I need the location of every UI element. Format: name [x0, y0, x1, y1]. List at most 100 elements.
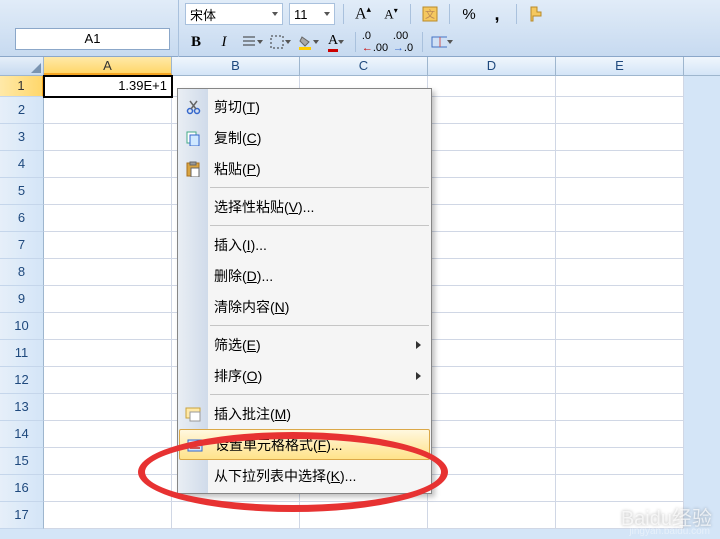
- cell-D17[interactable]: [428, 502, 556, 529]
- menu-item-从下拉列表中选择[interactable]: 从下拉列表中选择(K)...: [178, 460, 431, 491]
- row-header-7[interactable]: 7: [0, 232, 44, 259]
- comma-button[interactable]: ,: [486, 3, 508, 25]
- cell-D1[interactable]: [428, 76, 556, 97]
- menu-item-format[interactable]: 设置单元格格式(F)...: [179, 429, 430, 460]
- menu-item-copy[interactable]: 复制(C): [178, 122, 431, 153]
- menu-item-插入[interactable]: 插入(I)...: [178, 229, 431, 260]
- cell-A3[interactable]: [44, 124, 172, 151]
- row-header-1[interactable]: 1: [0, 76, 44, 97]
- cell-D15[interactable]: [428, 448, 556, 475]
- row-header-10[interactable]: 10: [0, 313, 44, 340]
- row-header-11[interactable]: 11: [0, 340, 44, 367]
- cell-D3[interactable]: [428, 124, 556, 151]
- cell-A5[interactable]: [44, 178, 172, 205]
- menu-item-paste[interactable]: 粘贴(P): [178, 153, 431, 184]
- cell-A11[interactable]: [44, 340, 172, 367]
- cell-D10[interactable]: [428, 313, 556, 340]
- cell-A14[interactable]: [44, 421, 172, 448]
- row-header-6[interactable]: 6: [0, 205, 44, 232]
- cell-E5[interactable]: [556, 178, 684, 205]
- row-header-17[interactable]: 17: [0, 502, 44, 529]
- cell-A10[interactable]: [44, 313, 172, 340]
- bold-button[interactable]: B: [185, 31, 207, 53]
- cell-B17[interactable]: [172, 502, 300, 529]
- select-all-corner[interactable]: [0, 57, 44, 75]
- cell-D9[interactable]: [428, 286, 556, 313]
- column-header-C[interactable]: C: [300, 57, 428, 75]
- cell-E10[interactable]: [556, 313, 684, 340]
- cell-D13[interactable]: [428, 394, 556, 421]
- align-button[interactable]: [241, 31, 263, 53]
- cell-E15[interactable]: [556, 448, 684, 475]
- menu-item-筛选[interactable]: 筛选(E): [178, 329, 431, 360]
- cell-D14[interactable]: [428, 421, 556, 448]
- row-header-8[interactable]: 8: [0, 259, 44, 286]
- merge-button[interactable]: [431, 31, 453, 53]
- decrease-font-button[interactable]: A▾: [380, 3, 402, 25]
- row-header-12[interactable]: 12: [0, 367, 44, 394]
- italic-button[interactable]: I: [213, 31, 235, 53]
- borders-button[interactable]: [269, 31, 291, 53]
- cell-D16[interactable]: [428, 475, 556, 502]
- cell-E17[interactable]: [556, 502, 684, 529]
- cell-A16[interactable]: [44, 475, 172, 502]
- percent-button[interactable]: %: [458, 3, 480, 25]
- cell-C17[interactable]: [300, 502, 428, 529]
- cell-E12[interactable]: [556, 367, 684, 394]
- cell-A17[interactable]: [44, 502, 172, 529]
- cell-E13[interactable]: [556, 394, 684, 421]
- decrease-decimal-button[interactable]: .00→.0: [392, 31, 414, 53]
- row-header-5[interactable]: 5: [0, 178, 44, 205]
- row-header-15[interactable]: 15: [0, 448, 44, 475]
- menu-item-cut[interactable]: 剪切(T): [178, 91, 431, 122]
- row-header-3[interactable]: 3: [0, 124, 44, 151]
- row-header-13[interactable]: 13: [0, 394, 44, 421]
- cell-D12[interactable]: [428, 367, 556, 394]
- increase-decimal-button[interactable]: .0←.00: [364, 31, 386, 53]
- cell-E4[interactable]: [556, 151, 684, 178]
- font-color-button[interactable]: A: [325, 31, 347, 53]
- cell-E1[interactable]: [556, 76, 684, 97]
- cell-E7[interactable]: [556, 232, 684, 259]
- cell-D6[interactable]: [428, 205, 556, 232]
- format-painter-button[interactable]: [525, 3, 547, 25]
- cell-A7[interactable]: [44, 232, 172, 259]
- row-header-4[interactable]: 4: [0, 151, 44, 178]
- column-header-A[interactable]: A: [44, 57, 172, 75]
- row-header-9[interactable]: 9: [0, 286, 44, 313]
- cell-D11[interactable]: [428, 340, 556, 367]
- menu-item-清除内容[interactable]: 清除内容(N): [178, 291, 431, 322]
- menu-item-comment[interactable]: 插入批注(M): [178, 398, 431, 429]
- column-header-E[interactable]: E: [556, 57, 684, 75]
- row-header-2[interactable]: 2: [0, 97, 44, 124]
- cell-E8[interactable]: [556, 259, 684, 286]
- menu-item-选择性粘贴[interactable]: 选择性粘贴(V)...: [178, 191, 431, 222]
- cell-A8[interactable]: [44, 259, 172, 286]
- cell-E9[interactable]: [556, 286, 684, 313]
- cell-A4[interactable]: [44, 151, 172, 178]
- cell-E3[interactable]: [556, 124, 684, 151]
- cell-A12[interactable]: [44, 367, 172, 394]
- cell-A1[interactable]: 1.39E+1: [44, 76, 172, 97]
- font-size-select[interactable]: 11: [289, 3, 335, 25]
- column-header-B[interactable]: B: [172, 57, 300, 75]
- cell-A6[interactable]: [44, 205, 172, 232]
- cell-D8[interactable]: [428, 259, 556, 286]
- cell-A13[interactable]: [44, 394, 172, 421]
- cell-E16[interactable]: [556, 475, 684, 502]
- cell-A2[interactable]: [44, 97, 172, 124]
- cell-E6[interactable]: [556, 205, 684, 232]
- phonetic-button[interactable]: 文: [419, 3, 441, 25]
- cell-E2[interactable]: [556, 97, 684, 124]
- cell-D4[interactable]: [428, 151, 556, 178]
- font-name-select[interactable]: 宋体: [185, 3, 283, 25]
- cell-A9[interactable]: [44, 286, 172, 313]
- menu-item-排序[interactable]: 排序(O): [178, 360, 431, 391]
- cell-E11[interactable]: [556, 340, 684, 367]
- menu-item-删除[interactable]: 删除(D)...: [178, 260, 431, 291]
- cell-D7[interactable]: [428, 232, 556, 259]
- cell-D5[interactable]: [428, 178, 556, 205]
- cell-E14[interactable]: [556, 421, 684, 448]
- increase-font-button[interactable]: A▴: [352, 3, 374, 25]
- row-header-16[interactable]: 16: [0, 475, 44, 502]
